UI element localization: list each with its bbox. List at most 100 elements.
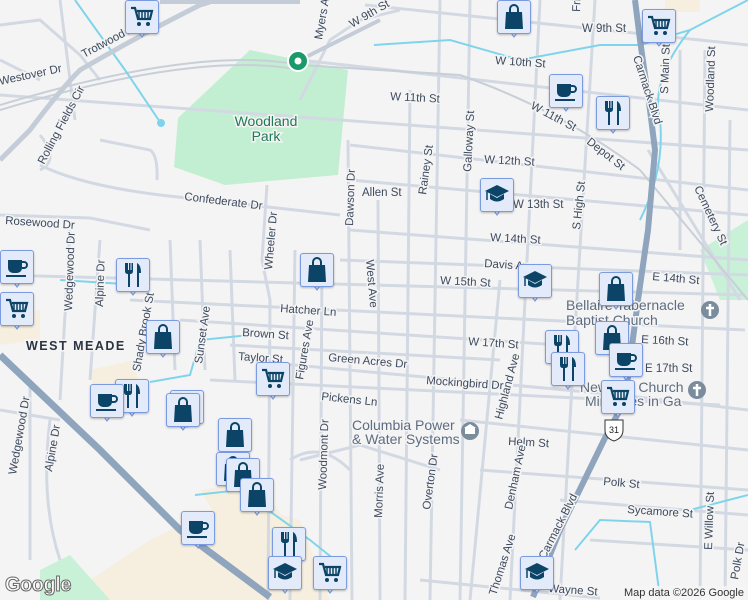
cart-marker[interactable] <box>601 380 635 422</box>
restaurant-marker[interactable] <box>596 96 630 138</box>
svg-text:Wedgewood Dr: Wedgewood Dr <box>63 232 78 312</box>
svg-text:W 12th St: W 12th St <box>484 154 536 169</box>
coffee-marker[interactable] <box>0 250 34 292</box>
svg-text:Polk St: Polk St <box>603 476 641 491</box>
svg-text:Woodmont Dr: Woodmont Dr <box>317 419 331 490</box>
svg-text:Wayne St: Wayne St <box>548 583 599 598</box>
shopping-marker[interactable] <box>300 253 334 295</box>
school-marker[interactable] <box>520 556 554 598</box>
svg-text:31: 31 <box>609 425 619 435</box>
shopping-icon <box>166 393 200 427</box>
svg-text:Helm St: Helm St <box>508 436 550 450</box>
cart-icon <box>0 292 34 326</box>
cart-icon <box>642 9 676 43</box>
church-poi-icon[interactable] <box>688 381 706 399</box>
restaurant-icon <box>116 258 150 292</box>
shopping-icon <box>300 253 334 287</box>
restaurant-icon <box>551 352 585 386</box>
svg-text:W 13th St: W 13th St <box>513 199 564 211</box>
svg-text:Sunset Ave: Sunset Ave <box>193 305 213 364</box>
map-base: Trotwood Ave Westover Dr Myers Ave W 9th… <box>0 0 748 600</box>
coffee-icon <box>609 343 643 377</box>
coffee-marker[interactable] <box>549 74 583 116</box>
cart-icon <box>256 362 290 396</box>
cart-icon <box>125 0 159 34</box>
map-canvas[interactable]: Trotwood Ave Westover Dr Myers Ave W 9th… <box>0 0 748 600</box>
restaurant-marker[interactable] <box>116 258 150 300</box>
svg-text:W 10th St: W 10th St <box>495 55 547 71</box>
svg-text:Woodland St: Woodland St <box>704 45 718 112</box>
svg-text:Overton Dr: Overton Dr <box>421 453 441 511</box>
svg-text:E 17th St: E 17th St <box>645 363 693 375</box>
school-icon <box>268 556 302 590</box>
cart-marker[interactable] <box>256 362 290 404</box>
shopping-icon <box>218 418 252 452</box>
cart-icon <box>313 556 347 590</box>
coffee-marker[interactable] <box>609 343 643 385</box>
shopping-marker[interactable] <box>599 272 633 314</box>
cart-icon <box>601 380 635 414</box>
us-route-shield: 31 <box>604 419 624 442</box>
school-marker[interactable] <box>268 556 302 598</box>
svg-text:West Ave: West Ave <box>363 259 379 308</box>
svg-text:Carmack Blvd: Carmack Blvd <box>537 492 580 561</box>
coffee-marker[interactable] <box>181 511 215 553</box>
restaurant-marker[interactable] <box>551 352 585 394</box>
svg-text:Myers Ave: Myers Ave <box>313 0 334 41</box>
coffee-icon <box>0 250 34 284</box>
school-icon <box>518 264 552 298</box>
svg-text:Dawson Dr: Dawson Dr <box>344 169 358 226</box>
school-marker[interactable] <box>518 264 552 306</box>
restaurant-icon <box>596 96 630 130</box>
shopping-marker[interactable] <box>240 478 274 520</box>
svg-text:Rolling Fields Cir: Rolling Fields Cir <box>36 84 87 167</box>
government-poi-icon[interactable] <box>461 422 479 440</box>
shopping-icon <box>240 478 274 512</box>
coffee-icon <box>90 384 124 418</box>
map-attribution[interactable]: Map data ©2026 Google <box>619 586 748 600</box>
svg-text:Polk Dr: Polk Dr <box>729 541 747 580</box>
svg-text:Westover Dr: Westover Dr <box>0 63 63 88</box>
shopping-icon <box>497 0 531 34</box>
svg-text:Galloway St: Galloway St <box>462 109 477 172</box>
shopping-marker[interactable] <box>146 320 180 362</box>
shopping-marker[interactable] <box>166 393 200 435</box>
google-logo: Google <box>5 574 72 597</box>
svg-text:Frierson St: Frierson St <box>571 0 585 12</box>
coffee-marker[interactable] <box>90 384 124 426</box>
svg-text:Alpine Dr: Alpine Dr <box>94 259 108 307</box>
coffee-icon <box>549 74 583 108</box>
svg-text:W 9th St: W 9th St <box>582 23 627 35</box>
svg-text:Confederate Dr: Confederate Dr <box>184 191 264 213</box>
svg-text:E 16th St: E 16th St <box>641 334 690 349</box>
svg-text:& Water Systems: & Water Systems <box>352 431 460 447</box>
svg-text:Denham Ave: Denham Ave <box>503 444 528 511</box>
svg-text:Alpine Dr: Alpine Dr <box>43 424 63 473</box>
coffee-icon <box>181 511 215 545</box>
cart-marker[interactable] <box>0 292 34 334</box>
shopping-icon <box>599 272 633 306</box>
svg-text:Allen St: Allen St <box>362 187 402 199</box>
svg-text:W 17th St: W 17th St <box>468 336 520 352</box>
school-icon <box>520 556 554 590</box>
svg-text:S High St: S High St <box>571 180 588 230</box>
shopping-marker[interactable] <box>497 0 531 42</box>
svg-text:Morris Ave: Morris Ave <box>373 464 387 518</box>
svg-text:W 11th St: W 11th St <box>390 91 441 106</box>
svg-text:E Willow St: E Willow St <box>703 491 717 550</box>
svg-text:W 14th St: W 14th St <box>490 232 542 247</box>
school-icon <box>480 178 514 212</box>
svg-text:Hatcher Ln: Hatcher Ln <box>280 303 337 319</box>
shopping-icon <box>146 320 180 354</box>
svg-text:Sycamore St: Sycamore St <box>627 504 694 521</box>
church-poi-icon[interactable] <box>701 301 719 319</box>
selected-place-pin-icon[interactable] <box>287 50 309 72</box>
cart-marker[interactable] <box>125 0 159 42</box>
svg-text:Park: Park <box>252 128 282 144</box>
school-marker[interactable] <box>480 178 514 220</box>
cart-marker[interactable] <box>313 556 347 598</box>
svg-text:Woodland: Woodland <box>235 113 298 129</box>
cart-marker[interactable] <box>642 9 676 51</box>
svg-text:WEST MEADE: WEST MEADE <box>26 339 126 353</box>
svg-text:Brown St: Brown St <box>242 327 290 342</box>
